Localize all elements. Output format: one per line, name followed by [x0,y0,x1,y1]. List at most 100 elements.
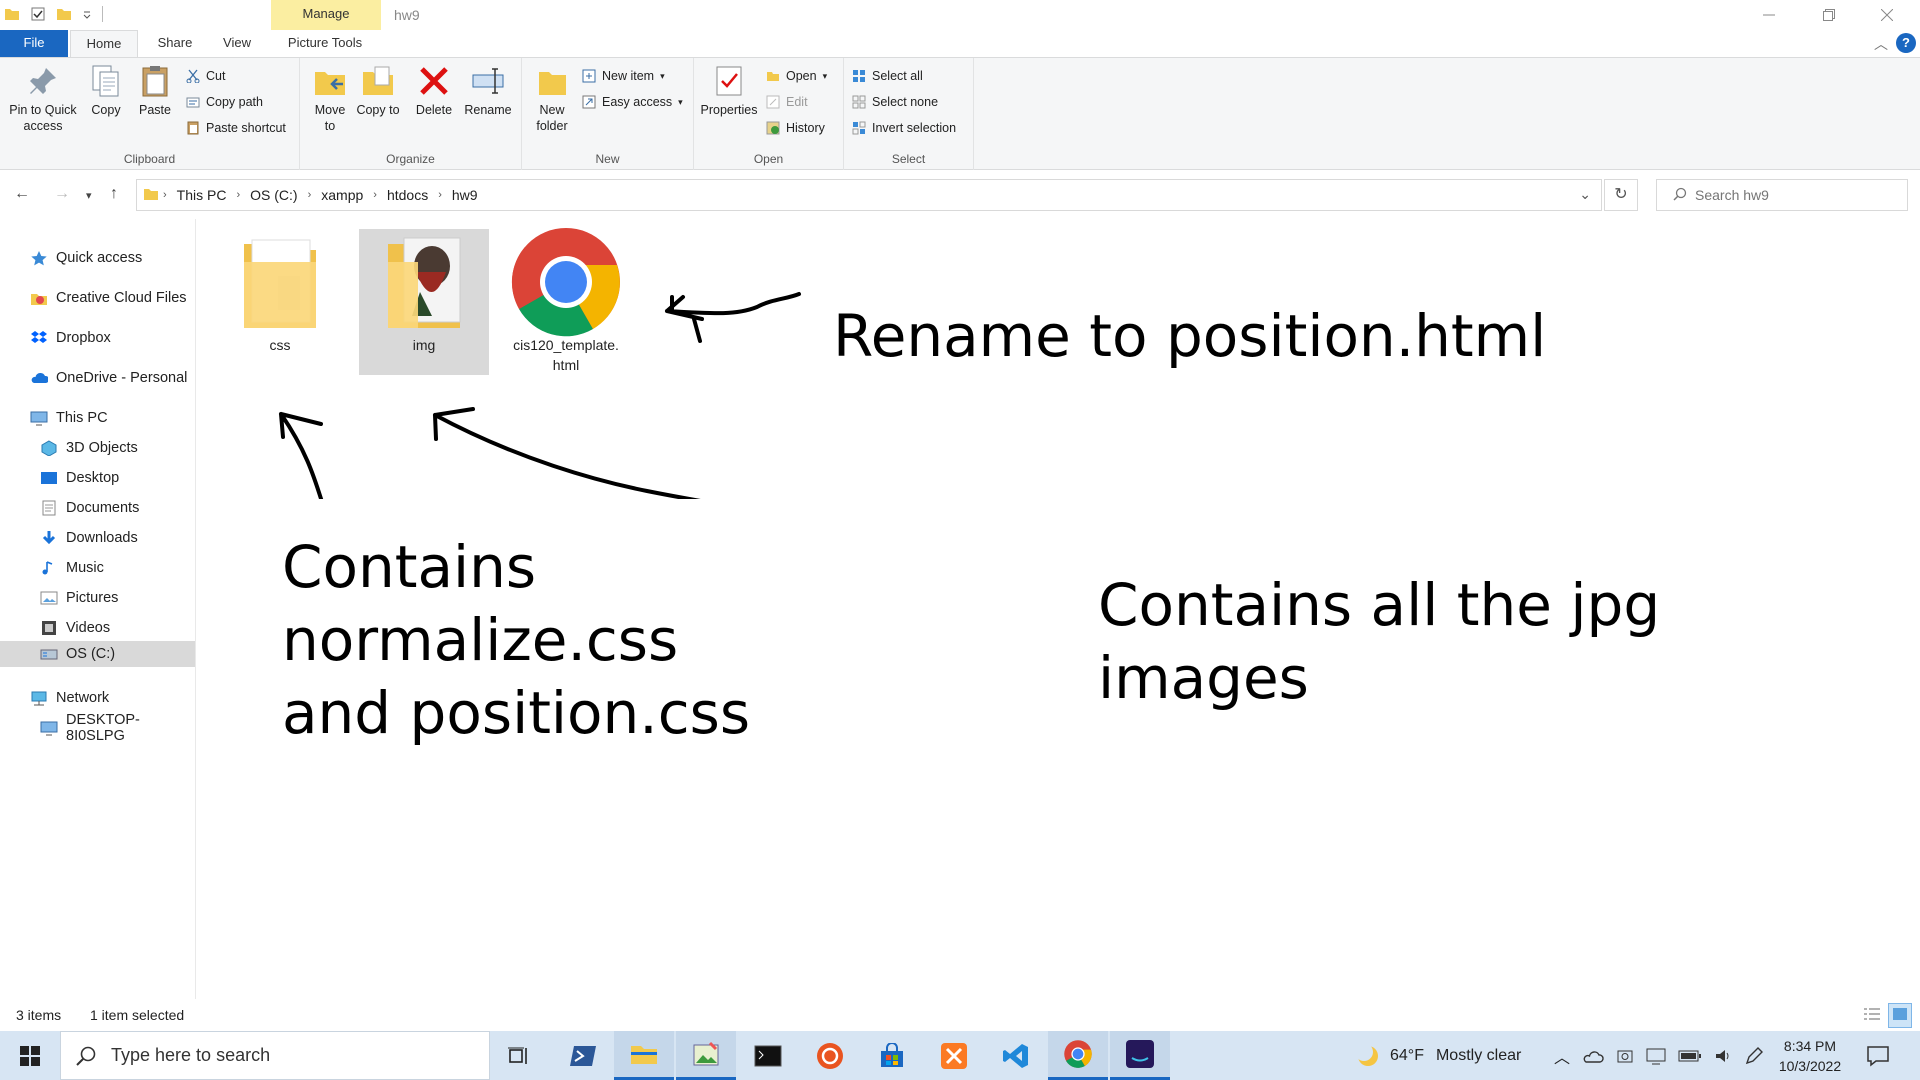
breadcrumb-os-c[interactable]: OS (C:) [244,187,303,203]
refresh-button[interactable]: ↻ [1604,179,1638,211]
nav-network[interactable]: Network [0,685,195,711]
weather-widget[interactable]: 64°F Mostly clear [1354,1031,1521,1080]
nav-videos[interactable]: Videos [0,615,195,641]
group-label: Select [891,152,926,166]
copy-to-button[interactable]: Copy to [356,64,400,118]
select-none-button[interactable]: Select none [852,92,938,112]
move-to-button[interactable]: Move to [308,64,352,134]
nav-desktop[interactable]: Desktop [0,465,195,491]
new-group: New folder New item ▾ Easy access ▾ New [522,58,694,170]
nav-3d-objects[interactable]: 3D Objects [0,435,195,461]
properties-icon[interactable] [30,6,46,22]
taskbar-app-xampp[interactable] [924,1031,984,1080]
onedrive-icon[interactable] [1582,1048,1604,1064]
chevron-right-icon[interactable]: › [304,189,316,201]
breadcrumb-htdocs[interactable]: htdocs [381,187,434,203]
delete-button[interactable]: Delete [412,64,456,118]
nav-quick-access[interactable]: Quick access [0,245,195,271]
large-icons-view-icon[interactable] [1888,1003,1912,1028]
taskbar-app-ubuntu[interactable] [800,1031,860,1080]
new-folder-button[interactable]: New folder [528,64,576,134]
volume-icon[interactable] [1714,1048,1732,1064]
tab-share[interactable]: Share [150,30,200,57]
customize-qat-icon[interactable] [82,6,92,22]
taskbar-app-chrome[interactable] [1048,1031,1108,1080]
breadcrumb-this-pc[interactable]: This PC [171,187,233,203]
chevron-right-icon[interactable]: › [434,189,446,201]
nav-label: DESKTOP-8I0SLPG [66,712,140,744]
paste-shortcut-button[interactable]: Paste shortcut [186,118,286,138]
copy-button[interactable]: Copy [84,64,128,118]
pin-quick-access-button[interactable]: Pin to Quick access [4,64,82,134]
new-folder-icon[interactable] [56,6,72,22]
properties-button[interactable]: Properties [698,64,760,118]
paste-shortcut-icon [186,121,200,135]
select-all-button[interactable]: Select all [852,66,923,86]
start-button[interactable] [0,1031,60,1080]
copy-path-button[interactable]: Copy path [186,92,263,112]
chevron-right-icon[interactable]: › [369,189,381,201]
search-box[interactable] [1656,179,1908,211]
notification-center[interactable] [1866,1031,1890,1080]
breadcrumb-xampp[interactable]: xampp [315,187,369,203]
details-view-icon[interactable] [1862,1005,1882,1026]
clock[interactable]: 8:34 PM 10/3/2022 [1772,1031,1848,1080]
nav-creative-cloud[interactable]: Creative Cloud Files [0,285,195,311]
taskbar-app-image-viewer[interactable] [676,1031,736,1080]
task-view-button[interactable] [490,1031,550,1080]
restore-icon [1823,9,1835,21]
new-item-button[interactable]: New item ▾ [582,66,665,86]
battery-icon[interactable] [1678,1049,1702,1063]
chevron-right-icon[interactable]: › [159,189,171,201]
tab-picture-tools[interactable]: Picture Tools [275,30,375,57]
help-icon[interactable]: ? [1896,33,1916,53]
search-input[interactable] [1695,187,1895,203]
rename-button[interactable]: Rename [460,64,516,118]
tab-manage[interactable]: Manage [271,0,381,30]
chevron-down-icon[interactable]: ⌄ [1579,186,1591,203]
invert-selection-button[interactable]: Invert selection [852,118,956,138]
tab-home[interactable]: Home [70,30,138,57]
collapse-ribbon-icon[interactable]: ︿ [1874,34,1888,54]
display-icon[interactable] [1646,1047,1666,1065]
nav-dropbox[interactable]: Dropbox [0,325,195,351]
nav-onedrive[interactable]: OneDrive - Personal [0,365,195,391]
back-arrow-icon[interactable]: ← [14,185,30,203]
taskbar-app-file-explorer[interactable] [614,1031,674,1080]
taskbar-app-store[interactable] [862,1031,922,1080]
history-button[interactable]: History [766,118,825,138]
taskbar-app-powershell[interactable] [554,1031,614,1080]
nav-pictures[interactable]: Pictures [0,585,195,611]
cut-button[interactable]: Cut [186,66,225,86]
taskbar-app-terminal[interactable] [738,1031,798,1080]
nav-music[interactable]: Music [0,555,195,581]
paste-button[interactable]: Paste [132,64,178,118]
recent-locations-icon[interactable]: ▾ [86,189,92,202]
chevron-right-icon[interactable]: › [232,189,244,201]
easy-access-button[interactable]: Easy access ▾ [582,92,683,112]
breadcrumb-hw9[interactable]: hw9 [446,187,484,203]
address-bar[interactable]: › This PC › OS (C:) › xampp › htdocs › h… [136,179,1602,211]
taskbar-search[interactable]: Type here to search [60,1031,490,1080]
terminal-icon [754,1045,782,1066]
minimize-button[interactable] [1740,0,1798,30]
nav-desktop-pc[interactable]: DESKTOP-8I0SLPG [0,712,195,744]
nav-this-pc[interactable]: This PC [0,405,195,431]
pen-icon[interactable] [1744,1046,1764,1066]
chevron-up-icon[interactable]: ︿ [1554,1044,1570,1068]
up-arrow-icon[interactable]: ↑ [110,185,118,203]
open-button[interactable]: Open ▾ [766,66,827,86]
taskbar-app-vscode[interactable] [986,1031,1046,1080]
camera-icon[interactable] [1616,1047,1634,1065]
nav-os-c[interactable]: OS (C:) [0,641,195,667]
nav-documents[interactable]: Documents [0,495,195,521]
close-button[interactable] [1858,0,1916,30]
xampp-icon [941,1042,967,1069]
taskbar-app-amazon-music[interactable] [1110,1031,1170,1080]
nav-downloads[interactable]: Downloads [0,525,195,551]
edit-button[interactable]: Edit [766,92,808,112]
tab-view[interactable]: View [212,30,262,57]
restore-button[interactable] [1800,0,1858,30]
tab-file[interactable]: File [0,30,68,57]
forward-arrow-icon[interactable]: → [54,185,70,203]
